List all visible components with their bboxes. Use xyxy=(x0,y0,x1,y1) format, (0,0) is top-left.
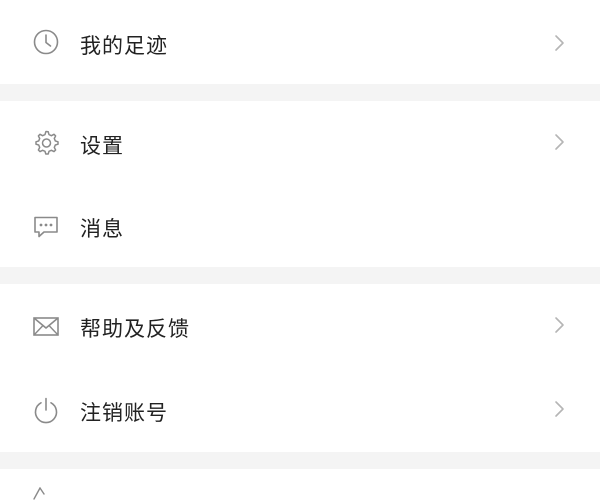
menu-item-help-feedback[interactable]: 帮助及反馈 xyxy=(0,284,600,368)
menu-item-settings[interactable]: 设置 xyxy=(0,101,600,185)
message-icon xyxy=(30,210,62,242)
menu-item-messages[interactable]: 消息 xyxy=(0,184,600,268)
chevron-right-icon xyxy=(552,314,568,336)
menu-item-label: 设置 xyxy=(80,134,124,158)
menu-item-cancel-account[interactable]: 注销账号 xyxy=(0,368,600,452)
envelope-icon xyxy=(30,310,62,342)
clock-icon xyxy=(30,26,62,58)
chevron-right-icon xyxy=(552,398,568,420)
menu-item-label: 我的足迹 xyxy=(80,34,168,58)
partial-icon xyxy=(32,486,46,500)
menu-item-label: 消息 xyxy=(80,217,124,241)
chevron-right-icon xyxy=(552,32,568,54)
menu-item-label: 帮助及反馈 xyxy=(80,317,190,341)
power-icon xyxy=(30,394,62,426)
menu-item-label: 注销账号 xyxy=(80,401,168,425)
menu-item-footprint[interactable]: 我的足迹 xyxy=(0,0,600,84)
menu-group-4 xyxy=(0,469,600,500)
menu-screen: 我的足迹 设置 消息 帮助及反馈 注销账号 xyxy=(0,0,600,500)
gear-icon xyxy=(30,127,62,159)
chevron-right-icon xyxy=(552,131,568,153)
